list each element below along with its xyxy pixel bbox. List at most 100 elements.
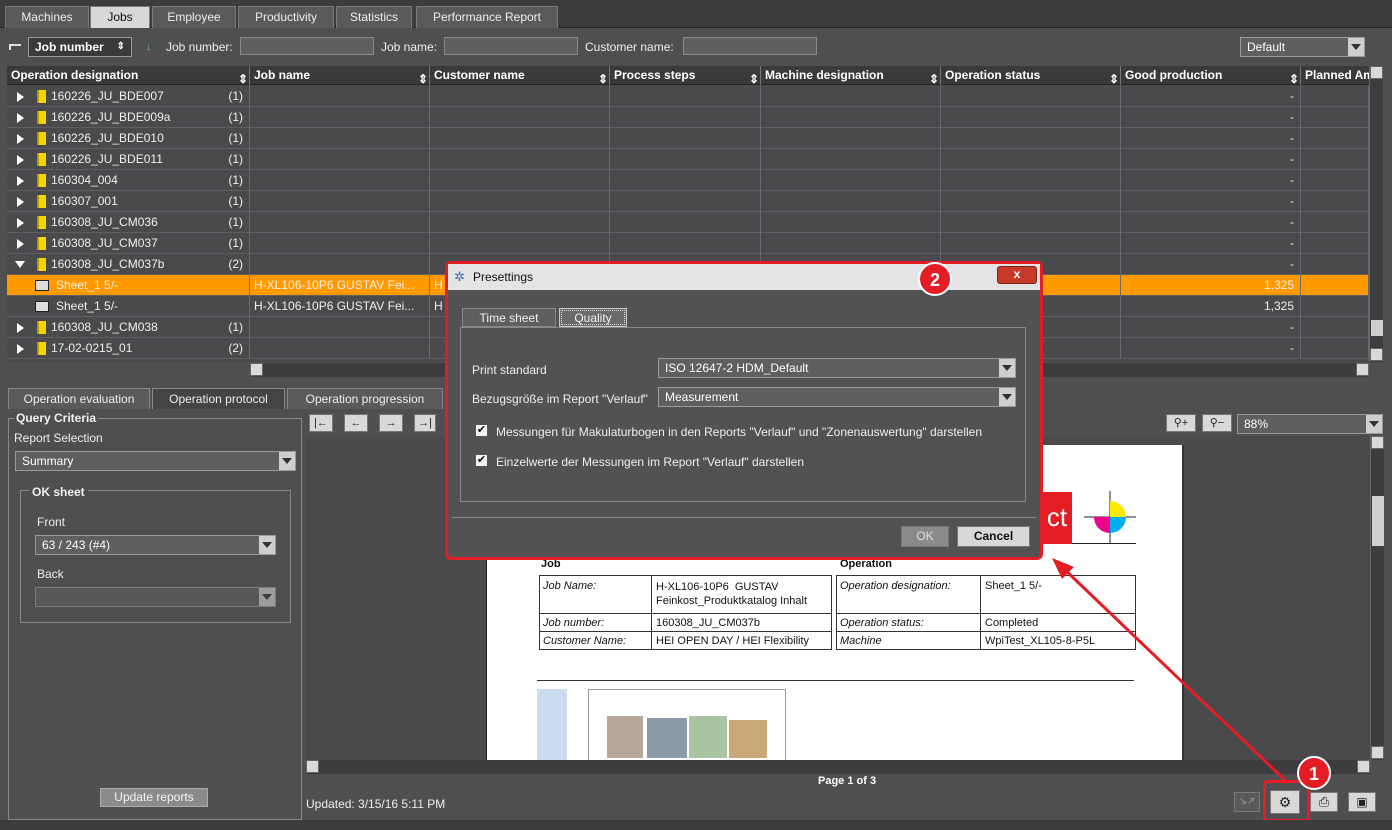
front-value: 63 / 243 (#4) bbox=[42, 538, 111, 552]
table-cell: - bbox=[1121, 170, 1301, 191]
scroll-down-icon[interactable] bbox=[1370, 348, 1383, 361]
job-folder-icon bbox=[37, 111, 46, 124]
col-operation-designation[interactable]: Operation designation ⇕ bbox=[7, 66, 250, 85]
col-job-name[interactable]: Job name ⇕ bbox=[250, 66, 430, 85]
table-row[interactable]: 160304_004 (1) - bbox=[7, 170, 1369, 191]
sort-direction-icon[interactable]: ↓ bbox=[146, 41, 160, 53]
previous-page-icon[interactable]: ← bbox=[344, 414, 368, 432]
table-row[interactable]: 160226_JU_BDE007 (1) - bbox=[7, 86, 1369, 107]
gear-icon: ✲ bbox=[454, 269, 465, 284]
tab-operation-progression[interactable]: Operation progression bbox=[287, 388, 443, 409]
expand-right-icon[interactable] bbox=[17, 113, 24, 123]
job-id-text: 160308_JU_CM037b bbox=[51, 257, 165, 271]
sort-field-combo[interactable]: Job number ⇕ bbox=[28, 37, 132, 57]
expand-right-icon[interactable] bbox=[17, 134, 24, 144]
job-number-input[interactable] bbox=[240, 37, 374, 55]
tab-statistics[interactable]: Statistics bbox=[336, 6, 412, 28]
chevron-down-icon bbox=[259, 588, 275, 606]
checkbox-waste-sheets[interactable]: ✔ bbox=[475, 424, 488, 437]
tab-operation-protocol[interactable]: Operation protocol bbox=[152, 388, 285, 409]
close-icon[interactable]: x bbox=[997, 266, 1037, 284]
expand-right-icon[interactable] bbox=[17, 323, 24, 333]
tab-operation-evaluation[interactable]: Operation evaluation bbox=[8, 388, 150, 409]
table-vertical-scrollbar[interactable] bbox=[1369, 66, 1383, 362]
scroll-down-icon[interactable] bbox=[1371, 746, 1384, 759]
scroll-thumb[interactable] bbox=[1372, 496, 1384, 546]
zoom-out-icon[interactable]: ⚲− bbox=[1202, 414, 1232, 432]
tab-productivity[interactable]: Productivity bbox=[238, 6, 334, 28]
scroll-left-icon[interactable] bbox=[250, 363, 263, 376]
customer-name-input[interactable] bbox=[683, 37, 817, 55]
print-standard-select[interactable]: ISO 12647-2 HDM_Default bbox=[658, 358, 1016, 378]
print-icon[interactable]: ⎙ bbox=[1310, 792, 1338, 812]
save-icon[interactable]: ▣ bbox=[1348, 792, 1376, 812]
table-row[interactable]: 160308_JU_CM036 (1) - bbox=[7, 212, 1369, 233]
zoom-select[interactable]: 88% bbox=[1237, 414, 1383, 434]
step-badge-1: 1 bbox=[1297, 756, 1331, 790]
col-operation-status[interactable]: Operation status ⇕ bbox=[941, 66, 1121, 85]
tab-machines[interactable]: Machines bbox=[5, 6, 89, 28]
ok-button[interactable]: OK bbox=[901, 526, 949, 547]
sort-icon: ⇕ bbox=[598, 72, 609, 85]
expand-right-icon[interactable] bbox=[17, 176, 24, 186]
reference-select[interactable]: Measurement bbox=[658, 387, 1016, 407]
expand-down-icon[interactable] bbox=[15, 261, 25, 268]
col-process-steps[interactable]: Process steps ⇕ bbox=[610, 66, 761, 85]
next-page-icon[interactable]: → bbox=[379, 414, 403, 432]
front-select[interactable]: 63 / 243 (#4) bbox=[35, 535, 276, 555]
checkbox-single-values[interactable]: ✔ bbox=[475, 454, 488, 467]
expand-right-icon[interactable] bbox=[17, 218, 24, 228]
table-cell bbox=[1301, 317, 1369, 338]
table-cell: - bbox=[1121, 107, 1301, 128]
scroll-right-icon[interactable] bbox=[1356, 363, 1369, 376]
table-cell bbox=[761, 170, 941, 191]
col-good-production[interactable]: Good production ⇕ bbox=[1121, 66, 1301, 85]
first-page-icon[interactable]: |← bbox=[309, 414, 333, 432]
table-cell bbox=[1301, 191, 1369, 212]
table-cell: 1,325 bbox=[1121, 296, 1301, 317]
expand-right-icon[interactable] bbox=[17, 344, 24, 354]
expand-right-icon[interactable] bbox=[17, 197, 24, 207]
job-folder-icon bbox=[37, 174, 46, 187]
expand-right-icon[interactable] bbox=[17, 92, 24, 102]
col-machine-designation[interactable]: Machine designation ⇕ bbox=[761, 66, 941, 85]
preview-vertical-scrollbar[interactable] bbox=[1370, 436, 1384, 760]
scroll-left-icon[interactable] bbox=[306, 760, 319, 773]
table-row[interactable]: 160226_JU_BDE011 (1) - bbox=[7, 149, 1369, 170]
table-row[interactable]: 160226_JU_BDE009a (1) - bbox=[7, 107, 1369, 128]
preview-horizontal-scrollbar[interactable] bbox=[306, 760, 1370, 774]
tab-time-sheet[interactable]: Time sheet bbox=[462, 308, 556, 327]
col-planned-amount[interactable]: Planned Am bbox=[1301, 66, 1369, 85]
expand-right-icon[interactable] bbox=[17, 155, 24, 165]
table-row[interactable]: 160307_001 (1) - bbox=[7, 191, 1369, 212]
scroll-up-icon[interactable] bbox=[1370, 66, 1383, 79]
table-row[interactable]: 160226_JU_BDE010 (1) - bbox=[7, 128, 1369, 149]
ok-sheet-title: OK sheet bbox=[29, 485, 88, 499]
expand-right-icon[interactable] bbox=[17, 239, 24, 249]
preset-select[interactable]: Default bbox=[1240, 37, 1365, 57]
col-customer-name[interactable]: Customer name ⇕ bbox=[430, 66, 610, 85]
operation-count: (1) bbox=[228, 173, 243, 187]
last-page-icon[interactable]: →| bbox=[414, 414, 436, 432]
job-name-input[interactable] bbox=[444, 37, 578, 55]
table-row[interactable]: 160308_JU_CM037 (1) - bbox=[7, 233, 1369, 254]
table-cell bbox=[610, 191, 761, 212]
tab-performance-report[interactable]: Performance Report bbox=[416, 6, 558, 28]
tab-quality[interactable]: Quality bbox=[559, 308, 627, 327]
table-cell bbox=[1301, 128, 1369, 149]
sheet-icon bbox=[35, 301, 49, 312]
tab-jobs[interactable]: Jobs bbox=[90, 6, 150, 28]
chevron-down-icon bbox=[999, 359, 1015, 377]
tab-employee[interactable]: Employee bbox=[152, 6, 236, 28]
collapse-icon[interactable] bbox=[9, 44, 21, 50]
back-select[interactable] bbox=[35, 587, 276, 607]
zoom-in-icon[interactable]: ⚲+ bbox=[1166, 414, 1196, 432]
export-icon[interactable]: ↘↗ bbox=[1234, 792, 1260, 812]
report-selection-select[interactable]: Summary bbox=[15, 451, 296, 471]
scroll-thumb[interactable] bbox=[1371, 320, 1383, 336]
cancel-button[interactable]: Cancel bbox=[957, 526, 1030, 547]
scroll-up-icon[interactable] bbox=[1371, 436, 1384, 449]
update-reports-button[interactable]: Update reports bbox=[100, 788, 208, 807]
scroll-right-icon[interactable] bbox=[1357, 760, 1370, 773]
col-label: Customer name bbox=[434, 68, 525, 82]
